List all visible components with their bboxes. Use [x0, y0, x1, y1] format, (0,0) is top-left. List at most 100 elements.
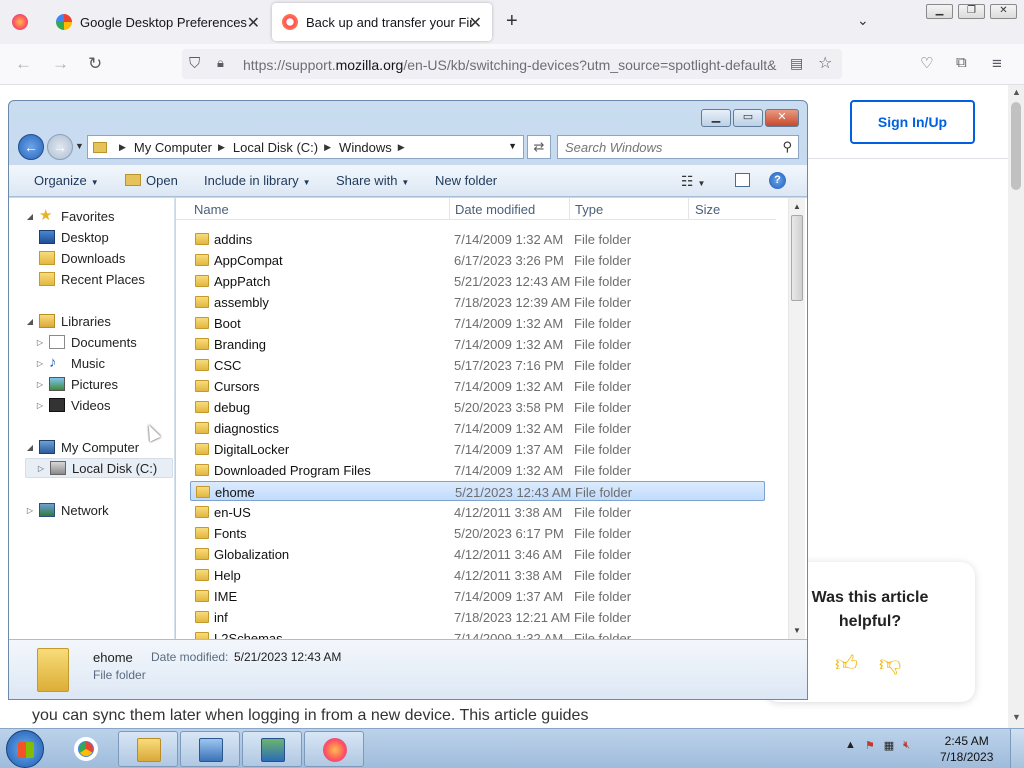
start-button[interactable] — [6, 730, 44, 768]
nav-downloads[interactable]: Downloads — [39, 248, 125, 268]
file-row[interactable]: inf 7/18/2023 12:21 AM File folder — [190, 607, 765, 627]
explorer-forward-button[interactable]: → — [47, 134, 73, 160]
show-hidden-icons-icon[interactable]: ▲ — [845, 739, 856, 752]
restore-window-button[interactable]: ❐ — [958, 4, 985, 19]
lock-icon[interactable]: 🔒︎ — [217, 55, 224, 71]
nav-network[interactable]: ▷ Network — [25, 500, 109, 520]
close-tab-icon[interactable]: ✕ — [247, 13, 260, 33]
column-divider[interactable] — [688, 198, 689, 220]
file-row[interactable]: DigitalLocker 7/14/2009 1:37 AM File folde… — [190, 439, 765, 459]
taskbar-control-panel[interactable] — [180, 731, 240, 767]
url-text[interactable]: https://support.mozilla.org/en-US/kb/swi… — [243, 57, 783, 73]
file-list-scrollbar[interactable]: ▲ ▼ — [788, 198, 805, 639]
include-in-library-button[interactable]: Include in library ▼ — [204, 173, 311, 188]
file-row[interactable]: addins 7/14/2009 1:32 AM File folder — [190, 229, 765, 249]
scroll-down-icon[interactable]: ▼ — [793, 626, 801, 635]
file-row[interactable]: ehome 5/21/2023 12:43 AM File folder — [190, 481, 765, 501]
action-center-flag-icon[interactable]: ⚑ — [865, 739, 875, 752]
file-row[interactable]: Fonts 5/20/2023 6:17 PM File folder — [190, 523, 765, 543]
tracking-protection-shield-icon[interactable]: ⛉ — [189, 55, 200, 72]
breadcrumb-chevron-icon[interactable]: ▶ — [119, 142, 126, 153]
file-row[interactable]: CSC 5/17/2023 7:16 PM File folder — [190, 355, 765, 375]
file-row[interactable]: L2Schemas 7/14/2009 1:32 AM File folder — [190, 628, 765, 639]
taskbar-display-settings[interactable] — [242, 731, 302, 767]
column-type[interactable]: Type — [575, 202, 603, 217]
search-input[interactable] — [565, 137, 775, 157]
forward-icon[interactable]: → — [52, 54, 69, 74]
close-tab-icon[interactable]: ✕ — [469, 13, 482, 33]
show-desktop-button[interactable] — [1010, 729, 1024, 768]
expand-arrow-icon[interactable]: ▷ — [25, 506, 35, 515]
file-row[interactable]: Branding 7/14/2009 1:32 AM File folder — [190, 334, 765, 354]
tab-backup-transfer-firefox[interactable]: Back up and transfer your Firefo ✕ — [272, 3, 492, 41]
new-folder-button[interactable]: New folder — [435, 173, 497, 188]
column-name[interactable]: Name — [194, 202, 229, 217]
page-scroll-thumb[interactable] — [1011, 102, 1021, 190]
scroll-down-icon[interactable]: ▼ — [1012, 712, 1021, 722]
url-bar[interactable]: ⛉ 🔒︎ https://support.mozilla.org/en-US/k… — [182, 49, 842, 79]
refresh-icon[interactable]: ⇄ — [527, 135, 551, 159]
nav-my-computer[interactable]: ◢ My Computer — [25, 437, 139, 457]
file-row[interactable]: Downloaded Program Files 7/14/2009 1:32 A… — [190, 460, 765, 480]
preview-pane-icon[interactable] — [735, 173, 750, 187]
taskbar-explorer[interactable] — [118, 731, 178, 767]
column-divider[interactable] — [569, 198, 570, 220]
extensions-icon[interactable]: ⧉ — [956, 54, 967, 71]
thumbs-down-icon[interactable]: 👎︎ — [879, 650, 901, 677]
nav-favorites[interactable]: ◢ ★ Favorites — [25, 206, 115, 226]
close-window-button[interactable]: ✕ — [990, 4, 1017, 19]
tab-google-desktop-preferences[interactable]: Google Desktop Preferences ✕ — [44, 3, 270, 41]
collapse-arrow-icon[interactable]: ◢ — [25, 443, 35, 452]
explorer-minimize-button[interactable]: ▁ — [701, 109, 731, 127]
file-row[interactable]: AppPatch 5/21/2023 12:43 AM File folder — [190, 271, 765, 291]
file-row[interactable]: Help 4/12/2011 3:38 AM File folder — [190, 565, 765, 585]
file-row[interactable]: en-US 4/12/2011 3:38 AM File folder — [190, 502, 765, 522]
explorer-address-bar[interactable]: ▶ My Computer ▶ Local Disk (C:) ▶ Window… — [87, 135, 524, 159]
nav-libraries[interactable]: ◢ Libraries — [25, 311, 111, 331]
expand-arrow-icon[interactable]: ▷ — [35, 380, 45, 389]
expand-arrow-icon[interactable]: ▷ — [35, 401, 45, 410]
list-all-tabs-icon[interactable]: ⌄ — [857, 12, 869, 29]
file-row[interactable]: IME 7/14/2009 1:37 AM File folder — [190, 586, 765, 606]
explorer-close-button[interactable]: ✕ — [765, 109, 799, 127]
file-row[interactable]: diagnostics 7/14/2009 1:32 AM File folder — [190, 418, 765, 438]
collapse-arrow-icon[interactable]: ◢ — [25, 212, 35, 221]
nav-pictures[interactable]: ▷ Pictures — [35, 374, 118, 394]
file-row[interactable]: Globalization 4/12/2011 3:46 AM File folde… — [190, 544, 765, 564]
nav-videos[interactable]: ▷ Videos — [35, 395, 111, 415]
pocket-icon[interactable]: ♡ — [920, 54, 933, 72]
reader-view-icon[interactable]: ▤ — [790, 55, 803, 72]
volume-muted-icon[interactable]: 🔇︎ — [903, 739, 910, 752]
breadcrumb-windows[interactable]: Windows — [339, 140, 392, 155]
organize-button[interactable]: Organize ▼ — [34, 173, 99, 188]
file-row[interactable]: AppCompat 6/17/2023 3:26 PM File folder — [190, 250, 765, 270]
reload-icon[interactable]: ↻ — [88, 54, 102, 74]
address-history-dropdown-icon[interactable]: ▼ — [508, 141, 517, 151]
search-icon[interactable]: ⚲ — [782, 139, 792, 155]
column-divider[interactable] — [449, 198, 450, 220]
thumbs-up-icon[interactable]: 👍︎ — [835, 650, 858, 677]
breadcrumb-chevron-icon[interactable]: ▶ — [218, 142, 225, 153]
file-row[interactable]: debug 5/20/2023 3:58 PM File folder — [190, 397, 765, 417]
nav-desktop[interactable]: Desktop — [39, 227, 109, 247]
system-clock[interactable]: 2:45 AM 7/18/2023 — [940, 733, 993, 765]
explorer-maximize-button[interactable]: ▭ — [733, 109, 763, 127]
expand-arrow-icon[interactable]: ▷ — [36, 464, 46, 473]
breadcrumb-my-computer[interactable]: My Computer — [134, 140, 212, 155]
collapse-arrow-icon[interactable]: ◢ — [25, 317, 35, 326]
help-icon[interactable]: ? — [769, 172, 786, 189]
minimize-window-button[interactable]: ▁ — [926, 4, 953, 19]
breadcrumb-chevron-icon[interactable]: ▶ — [324, 142, 331, 153]
sign-in-button[interactable]: Sign In/Up — [850, 100, 975, 144]
bookmark-star-icon[interactable]: ☆ — [818, 53, 832, 73]
expand-arrow-icon[interactable]: ▷ — [35, 359, 45, 368]
recent-pages-dropdown-icon[interactable]: ▼ — [75, 141, 84, 151]
menu-icon[interactable]: ≡ — [992, 54, 1002, 74]
network-status-icon[interactable]: ▦ — [884, 739, 894, 752]
firefox-view-button[interactable] — [12, 3, 36, 41]
change-view-icon[interactable]: ☷ ▼ — [681, 173, 705, 190]
file-row[interactable]: assembly 7/18/2023 12:39 AM File folder — [190, 292, 765, 312]
nav-music[interactable]: ▷ ♪ Music — [35, 353, 105, 373]
breadcrumb-local-disk[interactable]: Local Disk (C:) — [233, 140, 318, 155]
back-icon[interactable]: ← — [15, 54, 32, 74]
